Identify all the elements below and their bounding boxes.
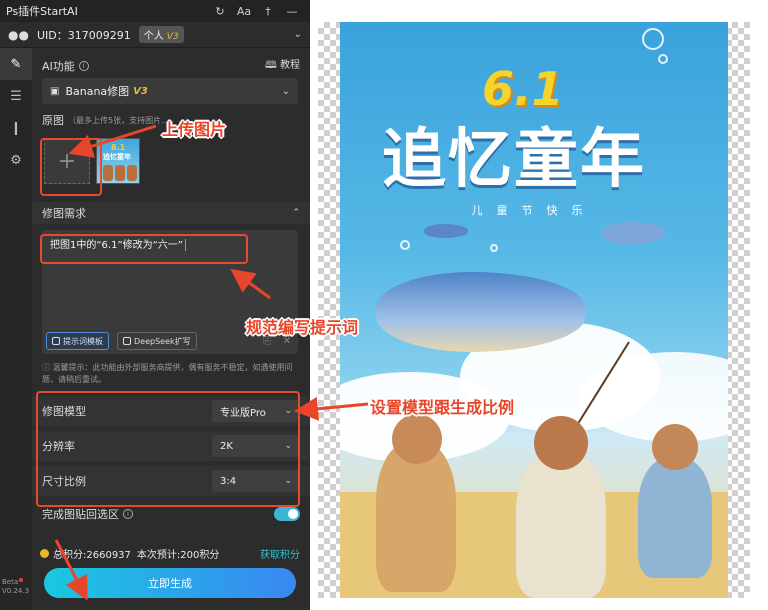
tutorial-link[interactable]: 🕮 教程 [265, 56, 300, 75]
thumb-figure [103, 165, 113, 181]
deepseek-label: DeepSeek扩写 [134, 336, 191, 346]
big-fish-shape [376, 272, 586, 352]
poster-title: 追忆童年 [382, 123, 646, 197]
points-total: 总积分:2660937 [53, 550, 131, 561]
nav-document-icon[interactable]: ❙ [0, 112, 32, 144]
minimize-icon[interactable]: — [280, 5, 304, 18]
prompt-section-title: 修图需求 [42, 207, 86, 220]
deepseek-button[interactable]: DeepSeek扩写 [117, 332, 197, 350]
toggle-knob [288, 509, 298, 519]
notice-text: ⓘ 温馨提示：此功能由外部服务商提供，偶有服务不稳定，如遇使用问题，请稍后重试。 [42, 363, 293, 384]
plan-level: V3 [166, 32, 179, 42]
plan-badge[interactable]: 个人 V3 [138, 26, 184, 43]
prompt-highlight-box [40, 234, 248, 264]
info-icon[interactable]: i [123, 509, 133, 519]
bubble-shape [400, 240, 410, 250]
bubble-shape [642, 28, 664, 50]
chevron-up-icon[interactable]: ⌃ [292, 208, 300, 218]
kid-figure [638, 458, 712, 578]
ai-func-label: AI功能 [42, 59, 75, 73]
settings-annotation: 设置模型跟生成比例 [370, 398, 515, 417]
upload-highlight-box [40, 138, 102, 196]
title-bar: Ps插件StartAI ↻ Aa † — [0, 0, 310, 22]
paste-back-row: 完成图贴回选区 i [42, 506, 300, 522]
settings-highlight-box [36, 391, 300, 507]
kid-figure [516, 452, 606, 598]
function-badge: V3 [133, 85, 148, 97]
earn-points-link[interactable]: 获取积分 [260, 546, 300, 561]
refresh-icon[interactable]: ↻ [208, 5, 232, 18]
points-estimate: 本次预计:200积分 [136, 550, 220, 561]
poster-subtitle: 儿童节快乐 [471, 204, 597, 217]
plugin-panel: Ps插件StartAI ↻ Aa † — ●● UID：317009291 个人… [0, 0, 310, 610]
beta-label: Beta [2, 578, 19, 586]
beta-dot [19, 578, 24, 582]
image-icon: ▣ [50, 85, 60, 97]
nav-settings-icon[interactable]: ⚙ [0, 144, 32, 176]
template-label: 提示词模板 [63, 336, 103, 346]
user-bar: ●● UID：317009291 个人 V3 ⌄ [0, 22, 310, 48]
prompt-section-header[interactable]: 修图需求 ⌃ [32, 202, 310, 224]
original-hint: （最多上传5张，支持图片... [68, 115, 169, 125]
kid-figure [376, 442, 456, 592]
canvas-area: 6.1 追忆童年 儿童节快乐 [318, 22, 750, 598]
info-icon[interactable]: i [78, 60, 89, 71]
paste-back-toggle[interactable] [274, 507, 300, 521]
kid-head [534, 416, 588, 470]
generate-button[interactable]: 立即生成 [44, 568, 296, 598]
uploaded-thumbnail[interactable]: 6.1 追忆童年 [96, 138, 140, 184]
uid-label: UID：317009291 [36, 28, 131, 42]
bubble-shape [490, 244, 498, 252]
pin-icon[interactable]: † [256, 5, 280, 18]
thumb-number: 6.1 [111, 143, 126, 152]
prompt-annotation: 规范编写提示词 [246, 318, 359, 337]
deepseek-icon [123, 337, 131, 345]
kid-head [392, 414, 442, 464]
kid-head [652, 424, 698, 470]
font-size-icon[interactable]: Aa [232, 5, 256, 18]
app-title: Ps插件StartAI [6, 5, 78, 18]
plan-name: 个人 [143, 31, 164, 42]
template-button[interactable]: 提示词模板 [46, 332, 109, 350]
version-label: V0.24.3 [2, 587, 30, 595]
small-fish-shape [424, 224, 468, 238]
bubble-shape [658, 54, 668, 64]
side-nav: ✎ ☰ ❙ ⚙ [0, 48, 32, 610]
chevron-down-icon[interactable]: ⌄ [294, 29, 302, 40]
paste-back-label: 完成图贴回选区 [42, 508, 119, 521]
nav-layers-icon[interactable]: ☰ [0, 80, 32, 112]
ai-function-select[interactable]: ▣ Banana修图 V3 ⌄ [42, 78, 298, 104]
users-icon: ●● [8, 27, 29, 42]
thumb-figure [115, 165, 125, 181]
original-label: 原图 [42, 114, 64, 127]
thumb-title: 追忆童年 [103, 153, 131, 161]
beta-version: Beta V0.24.3 [2, 578, 29, 596]
small-fish-shape [602, 222, 666, 244]
coin-icon [40, 549, 49, 558]
book-icon [52, 337, 60, 345]
chevron-down-icon: ⌄ [281, 85, 290, 97]
tutorial-label: 教程 [280, 60, 300, 71]
nav-edit-icon[interactable]: ✎ [0, 48, 32, 80]
function-name: Banana修图 [65, 85, 130, 98]
points-bar: 总积分:2660937 本次预计:200积分 获取积分 [40, 546, 300, 561]
notice-value: 温馨提示：此功能由外部服务商提供，偶有服务不稳定，如遇使用问题，请稍后重试。 [42, 363, 293, 384]
upload-annotation: 上传图片 [162, 120, 227, 139]
poster-image: 6.1 追忆童年 儿童节快乐 [340, 22, 728, 598]
ai-func-header: AI功能 i 🕮 教程 [42, 56, 300, 75]
thumb-figure [127, 165, 137, 181]
